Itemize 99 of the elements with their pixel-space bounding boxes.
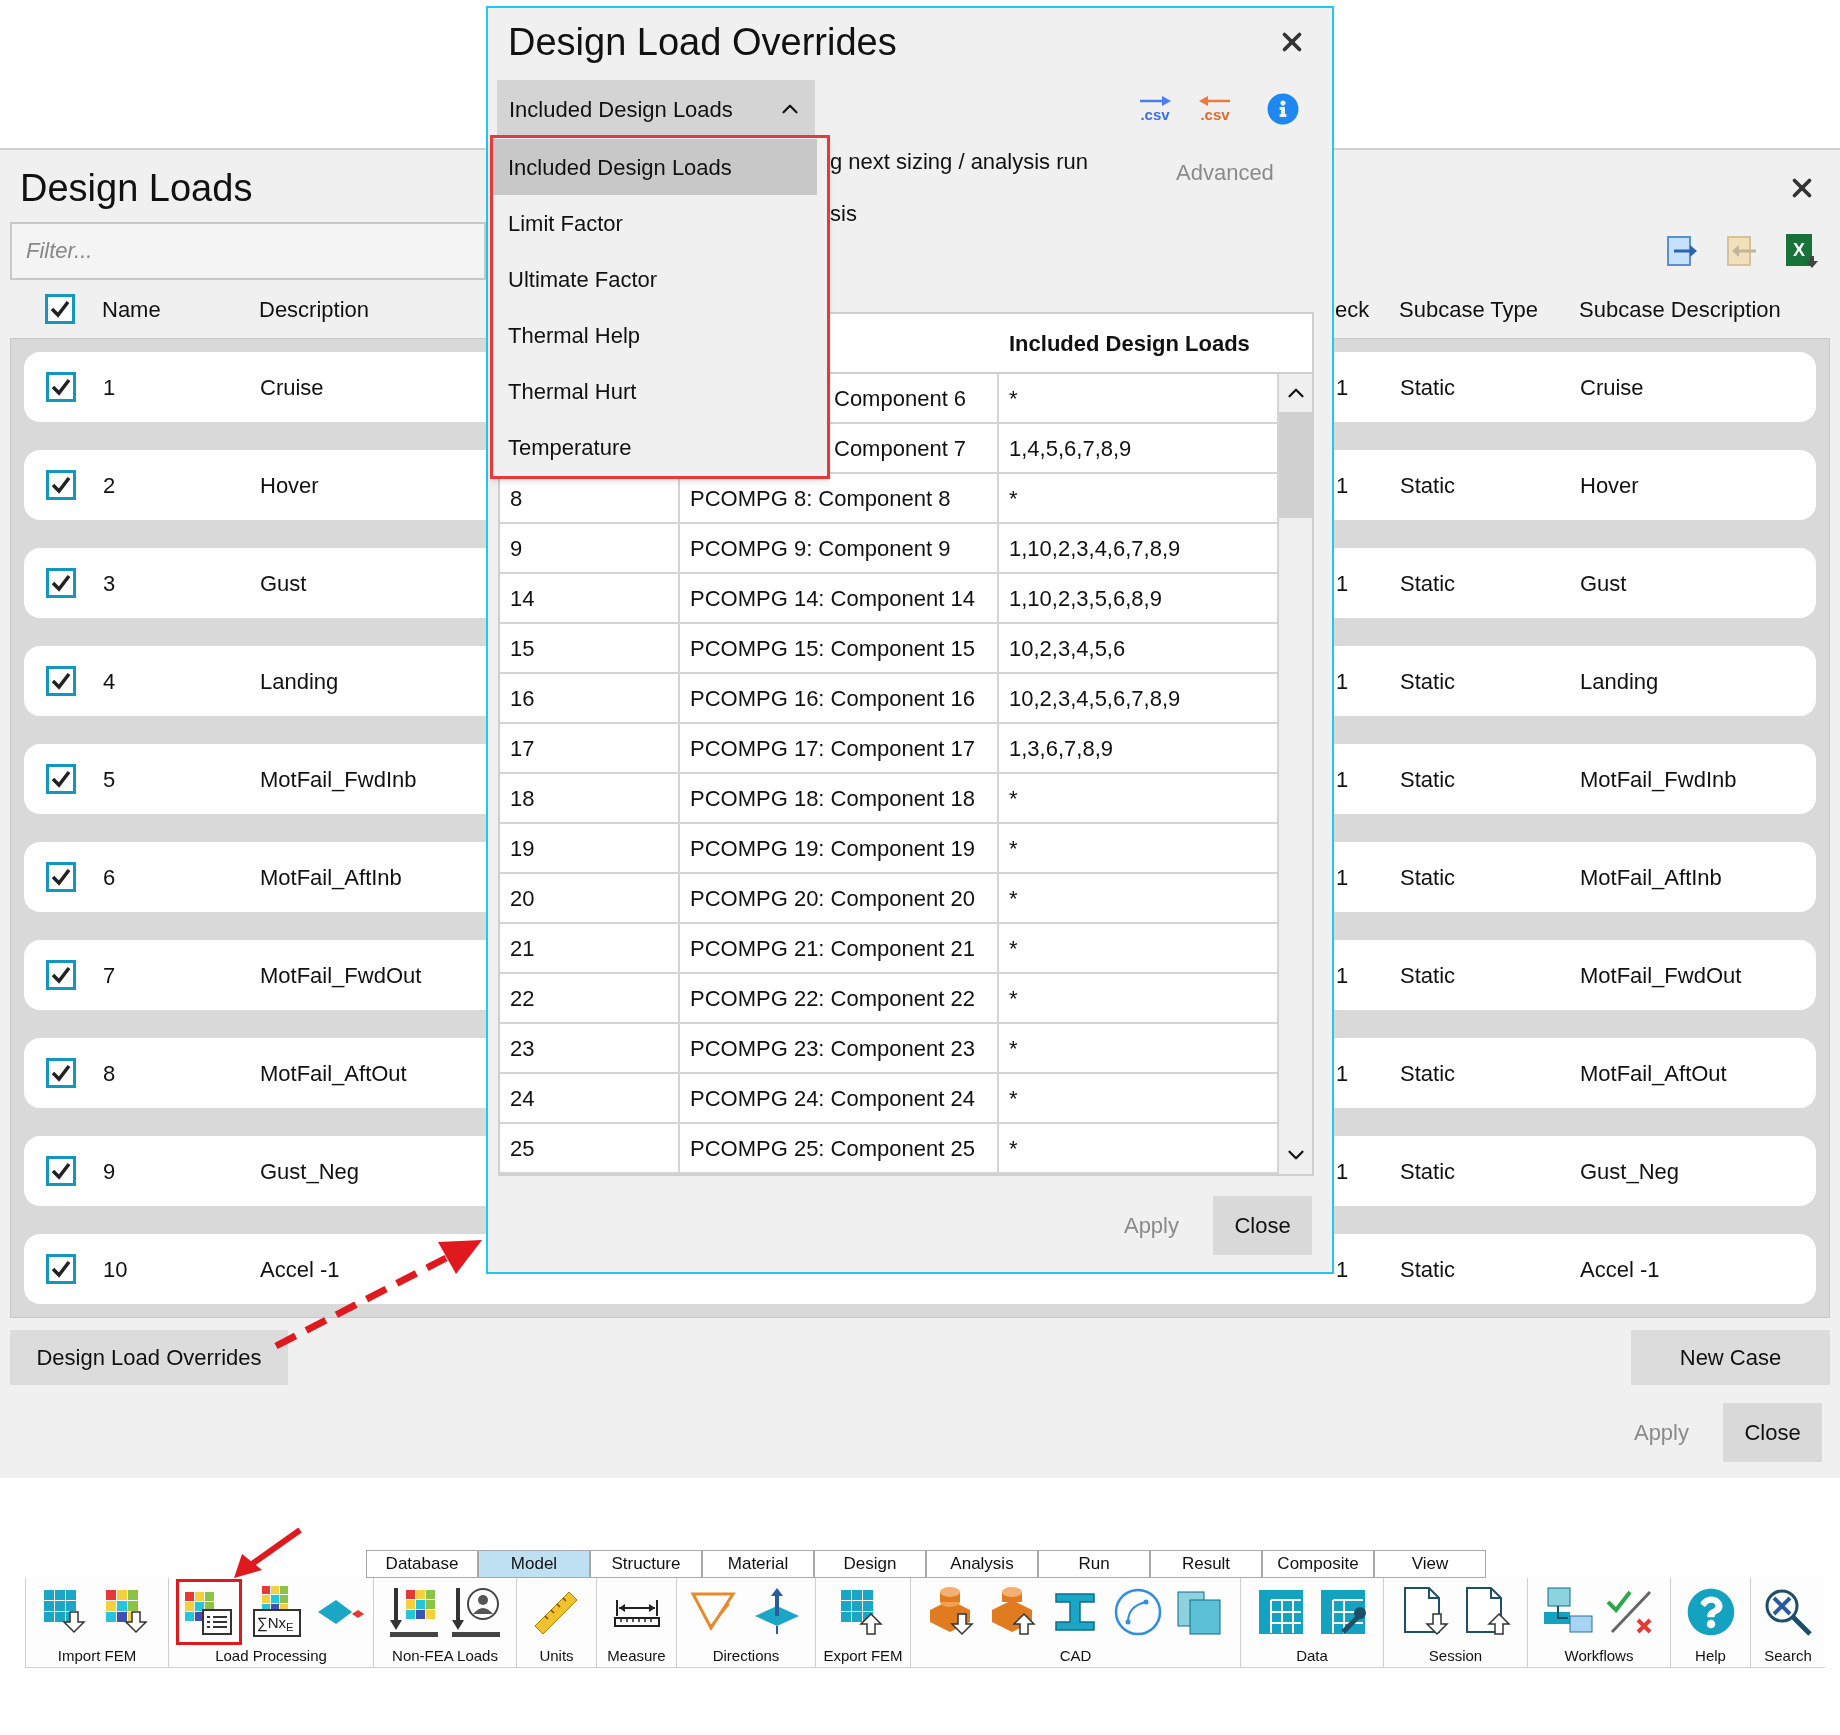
- column-header: Subcase Description: [1579, 295, 1781, 324]
- table-cell-text: Gust_Neg: [1580, 1157, 1680, 1186]
- column-header: eck: [1335, 295, 1370, 324]
- table-cell: PCOMPG 14: Component 14: [680, 574, 999, 622]
- table-cell-text: 2: [103, 471, 116, 500]
- table-cell-text: MotFail_FwdOut: [260, 961, 422, 990]
- table-cell: 15: [500, 624, 680, 672]
- table-cell: 24: [500, 1074, 680, 1122]
- table-cell-text: 1: [1336, 765, 1349, 794]
- table-cell: 20: [500, 874, 680, 922]
- window-title: Design Loads: [20, 166, 253, 211]
- table-cell: 17: [500, 724, 680, 772]
- description-text: g next sizing / analysis run: [830, 148, 1090, 176]
- column-header: Name: [102, 295, 161, 324]
- table-cell-text: 1: [1336, 961, 1349, 990]
- group-label: CAD: [1059, 1647, 1092, 1665]
- table-cell: 19: [500, 824, 680, 872]
- table-cell: PCOMPG 25: Component 25: [680, 1124, 999, 1172]
- table-cell-text: MotFail_FwdOut: [1580, 961, 1742, 990]
- group-label: Session: [1428, 1647, 1483, 1665]
- table-cell-text: Landing: [1580, 667, 1659, 696]
- group-label: Help: [1695, 1647, 1726, 1665]
- table-cell-text: 7: [103, 961, 116, 990]
- column-header: Description: [259, 295, 370, 324]
- table-cell: PCOMPG 21: Component 21: [680, 924, 999, 972]
- table-cell-text: 1: [1336, 1157, 1349, 1186]
- table-cell-text: Static: [1400, 1157, 1456, 1186]
- group-label: Directions: [712, 1647, 780, 1665]
- table-cell-text: Landing: [260, 667, 339, 696]
- table-cell-text: Cruise: [260, 373, 324, 402]
- table-cell: 9: [500, 524, 680, 572]
- table-cell: PCOMPG 17: Component 17: [680, 724, 999, 772]
- table-cell-text: 8: [103, 1059, 116, 1088]
- table-cell-text: 1: [1336, 1059, 1349, 1088]
- table-cell-text: Gust: [1580, 569, 1627, 598]
- table-cell-text: 3: [103, 569, 116, 598]
- table-cell: PCOMPG 19: Component 19: [680, 824, 999, 872]
- table-cell-text: Accel -1: [260, 1255, 340, 1284]
- table-cell-text: Accel -1: [1580, 1255, 1660, 1284]
- table-cell-text: MotFail_AftOut: [260, 1059, 407, 1088]
- table-cell-text: Static: [1400, 1059, 1456, 1088]
- table-cell-text: Static: [1400, 373, 1456, 402]
- table-cell-text: Cruise: [1580, 373, 1644, 402]
- table-cell-text: 1: [1336, 373, 1349, 402]
- table-cell-text: 10: [103, 1255, 128, 1284]
- description-text: sis: [830, 200, 858, 228]
- table-cell-text: Hover: [1580, 471, 1639, 500]
- group-label: Workflows: [1564, 1647, 1634, 1665]
- group-label: Data: [1296, 1647, 1328, 1665]
- group-label: Load Processing: [215, 1647, 327, 1665]
- group-label: Measure: [607, 1647, 666, 1665]
- table-cell: 16: [500, 674, 680, 722]
- table-cell-text: 9: [103, 1157, 116, 1186]
- table-cell-text: 5: [103, 765, 116, 794]
- table-cell-text: Gust_Neg: [260, 1157, 360, 1186]
- dialog-title: Design Load Overrides: [508, 20, 897, 65]
- group-label: Import FEM: [57, 1647, 137, 1665]
- group-label: Search: [1764, 1647, 1812, 1665]
- table-cell: PCOMPG 22: Component 22: [680, 974, 999, 1022]
- column-header: Included Design Loads: [1008, 329, 1251, 358]
- table-cell-text: MotFail_AftOut: [1580, 1059, 1727, 1088]
- column-header: Subcase Type: [1399, 295, 1539, 324]
- group-label: Non-FEA Loads: [392, 1647, 498, 1665]
- table-cell: PCOMPG 16: Component 16: [680, 674, 999, 722]
- table-cell: PCOMPG 20: Component 20: [680, 874, 999, 922]
- table-cell: PCOMPG 18: Component 18: [680, 774, 999, 822]
- table-cell-text: 4: [103, 667, 116, 696]
- table-cell-text: MotFail_AftInb: [1580, 863, 1722, 892]
- table-cell-text: Static: [1400, 1255, 1456, 1284]
- table-cell-text: Gust: [260, 569, 307, 598]
- table-cell-text: 1: [103, 373, 116, 402]
- table-cell: 25: [500, 1124, 680, 1172]
- table-cell-text: 6: [103, 863, 116, 892]
- table-cell-text: Static: [1400, 863, 1456, 892]
- group-label: Units: [539, 1647, 574, 1665]
- table-cell-text: 1: [1336, 863, 1349, 892]
- table-cell: PCOMPG 15: Component 15: [680, 624, 999, 672]
- table-cell: 14: [500, 574, 680, 622]
- table-cell-text: MotFail_FwdInb: [260, 765, 417, 794]
- table-cell-text: MotFail_FwdInb: [1580, 765, 1737, 794]
- table-cell-text: 1: [1336, 471, 1349, 500]
- table-cell: PCOMPG 24: Component 24: [680, 1074, 999, 1122]
- table-cell-text: Hover: [260, 471, 319, 500]
- group-label: Export FEM: [823, 1647, 903, 1665]
- table-cell-text: Static: [1400, 765, 1456, 794]
- table-cell-text: Static: [1400, 961, 1456, 990]
- table-cell-text: Static: [1400, 569, 1456, 598]
- table-cell: 21: [500, 924, 680, 972]
- table-cell-text: Static: [1400, 667, 1456, 696]
- table-cell: PCOMPG 23: Component 23: [680, 1024, 999, 1072]
- table-cell: 23: [500, 1024, 680, 1072]
- table-cell: 22: [500, 974, 680, 1022]
- table-cell-text: 1: [1336, 1255, 1349, 1284]
- table-cell-text: MotFail_AftInb: [260, 863, 402, 892]
- table-cell-text: Static: [1400, 471, 1456, 500]
- table-cell: 18: [500, 774, 680, 822]
- table-cell: PCOMPG 9: Component 9: [680, 524, 999, 572]
- table-cell-text: 1: [1336, 667, 1349, 696]
- table-cell-text: 1: [1336, 569, 1349, 598]
